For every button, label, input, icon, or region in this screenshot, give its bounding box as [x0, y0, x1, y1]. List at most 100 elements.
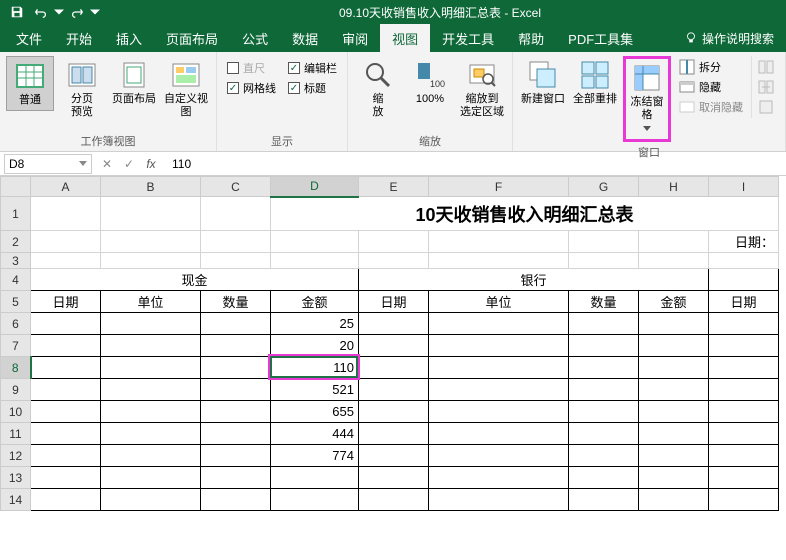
cell[interactable] — [429, 379, 569, 401]
cell[interactable] — [709, 423, 779, 445]
row-header[interactable]: 3 — [1, 253, 31, 269]
cell[interactable] — [271, 467, 359, 489]
cell[interactable] — [31, 423, 101, 445]
cell[interactable] — [429, 423, 569, 445]
zoom-100-button[interactable]: 100 100% — [406, 56, 454, 109]
column-title[interactable]: 日期 — [31, 291, 101, 313]
zoom-selection-button[interactable]: 缩放到 选定区域 — [458, 56, 506, 122]
cell[interactable] — [709, 401, 779, 423]
new-window-button[interactable]: 新建窗口 — [519, 56, 567, 109]
cell[interactable] — [201, 423, 271, 445]
cell[interactable] — [429, 335, 569, 357]
cell[interactable] — [101, 467, 201, 489]
column-header[interactable]: B — [101, 177, 201, 197]
column-header[interactable]: C — [201, 177, 271, 197]
cell[interactable] — [709, 467, 779, 489]
arrange-all-button[interactable]: 全部重排 — [571, 56, 619, 109]
cell[interactable] — [101, 401, 201, 423]
split-button[interactable]: 拆分 — [677, 58, 745, 76]
row-header[interactable]: 1 — [1, 197, 31, 231]
cell[interactable]: 25 — [271, 313, 359, 335]
cell[interactable] — [569, 467, 639, 489]
cell[interactable] — [569, 401, 639, 423]
cell[interactable]: 774 — [271, 445, 359, 467]
cell[interactable] — [429, 467, 569, 489]
cell[interactable] — [639, 401, 709, 423]
cell[interactable] — [359, 445, 429, 467]
tab-pdf[interactable]: PDF工具集 — [556, 24, 645, 53]
cell[interactable] — [201, 357, 271, 379]
tab-formula[interactable]: 公式 — [230, 24, 280, 53]
fx-button[interactable]: fx — [142, 157, 160, 171]
row-header[interactable]: 4 — [1, 269, 31, 291]
column-header[interactable]: H — [639, 177, 709, 197]
pagebreak-view-button[interactable]: 分页 预览 — [58, 56, 106, 122]
tab-file[interactable]: 文件 — [4, 24, 54, 53]
cell[interactable] — [101, 335, 201, 357]
cell[interactable] — [201, 489, 271, 511]
cell[interactable] — [201, 335, 271, 357]
cell[interactable] — [101, 231, 201, 253]
sheet-title[interactable]: 10天收销售收入明细汇总表 — [271, 197, 779, 231]
cell[interactable] — [709, 489, 779, 511]
cell[interactable] — [271, 253, 359, 269]
cell[interactable] — [569, 231, 639, 253]
cell[interactable] — [429, 313, 569, 335]
name-box[interactable]: D8 — [4, 154, 92, 174]
undo-button[interactable] — [30, 1, 52, 23]
cell[interactable] — [359, 357, 429, 379]
cell[interactable] — [569, 335, 639, 357]
column-header[interactable]: E — [359, 177, 429, 197]
cell[interactable] — [569, 357, 639, 379]
row-header[interactable]: 12 — [1, 445, 31, 467]
tab-dev[interactable]: 开发工具 — [430, 24, 506, 53]
cell[interactable] — [709, 357, 779, 379]
normal-view-button[interactable]: 普通 — [6, 56, 54, 111]
cell[interactable] — [429, 357, 569, 379]
header-cash[interactable]: 现金 — [31, 269, 359, 291]
column-title[interactable]: 金额 — [271, 291, 359, 313]
column-title[interactable]: 数量 — [569, 291, 639, 313]
cell[interactable] — [359, 313, 429, 335]
row-header[interactable]: 10 — [1, 401, 31, 423]
formula-input[interactable]: 110 — [166, 157, 786, 171]
tell-me-search[interactable]: 操作说明搜索 — [676, 30, 782, 47]
freeze-panes-button[interactable]: 冻结窗格 — [623, 56, 671, 142]
cell[interactable] — [429, 253, 569, 269]
column-header[interactable]: F — [429, 177, 569, 197]
cell[interactable] — [359, 467, 429, 489]
row-header[interactable]: 2 — [1, 231, 31, 253]
cell[interactable] — [31, 357, 101, 379]
cell[interactable] — [639, 313, 709, 335]
cell[interactable] — [639, 253, 709, 269]
cell[interactable] — [569, 423, 639, 445]
column-title[interactable]: 单位 — [429, 291, 569, 313]
hide-button[interactable]: 隐藏 — [677, 78, 745, 96]
cell[interactable] — [639, 423, 709, 445]
cell[interactable] — [639, 357, 709, 379]
qat-customize[interactable] — [90, 1, 100, 23]
cell[interactable] — [709, 253, 779, 269]
cell[interactable] — [201, 197, 271, 231]
cell[interactable] — [569, 313, 639, 335]
column-title[interactable]: 金额 — [639, 291, 709, 313]
row-header[interactable]: 5 — [1, 291, 31, 313]
cell[interactable] — [359, 335, 429, 357]
cell[interactable] — [31, 445, 101, 467]
custom-view-button[interactable]: 自定义视图 — [162, 56, 210, 122]
cell[interactable]: 110 — [271, 357, 359, 379]
tab-review[interactable]: 审阅 — [330, 24, 380, 53]
tab-help[interactable]: 帮助 — [506, 24, 556, 53]
cell[interactable] — [201, 401, 271, 423]
row-header[interactable]: 14 — [1, 489, 31, 511]
cell[interactable] — [709, 379, 779, 401]
column-header[interactable]: G — [569, 177, 639, 197]
column-header[interactable]: A — [31, 177, 101, 197]
cell[interactable]: 521 — [271, 379, 359, 401]
select-all-corner[interactable] — [1, 177, 31, 197]
accept-formula-button[interactable]: ✓ — [120, 157, 138, 171]
cell[interactable] — [569, 489, 639, 511]
cell[interactable] — [201, 231, 271, 253]
view-side-button[interactable] — [756, 58, 776, 76]
cell[interactable]: 日期： — [709, 231, 779, 253]
